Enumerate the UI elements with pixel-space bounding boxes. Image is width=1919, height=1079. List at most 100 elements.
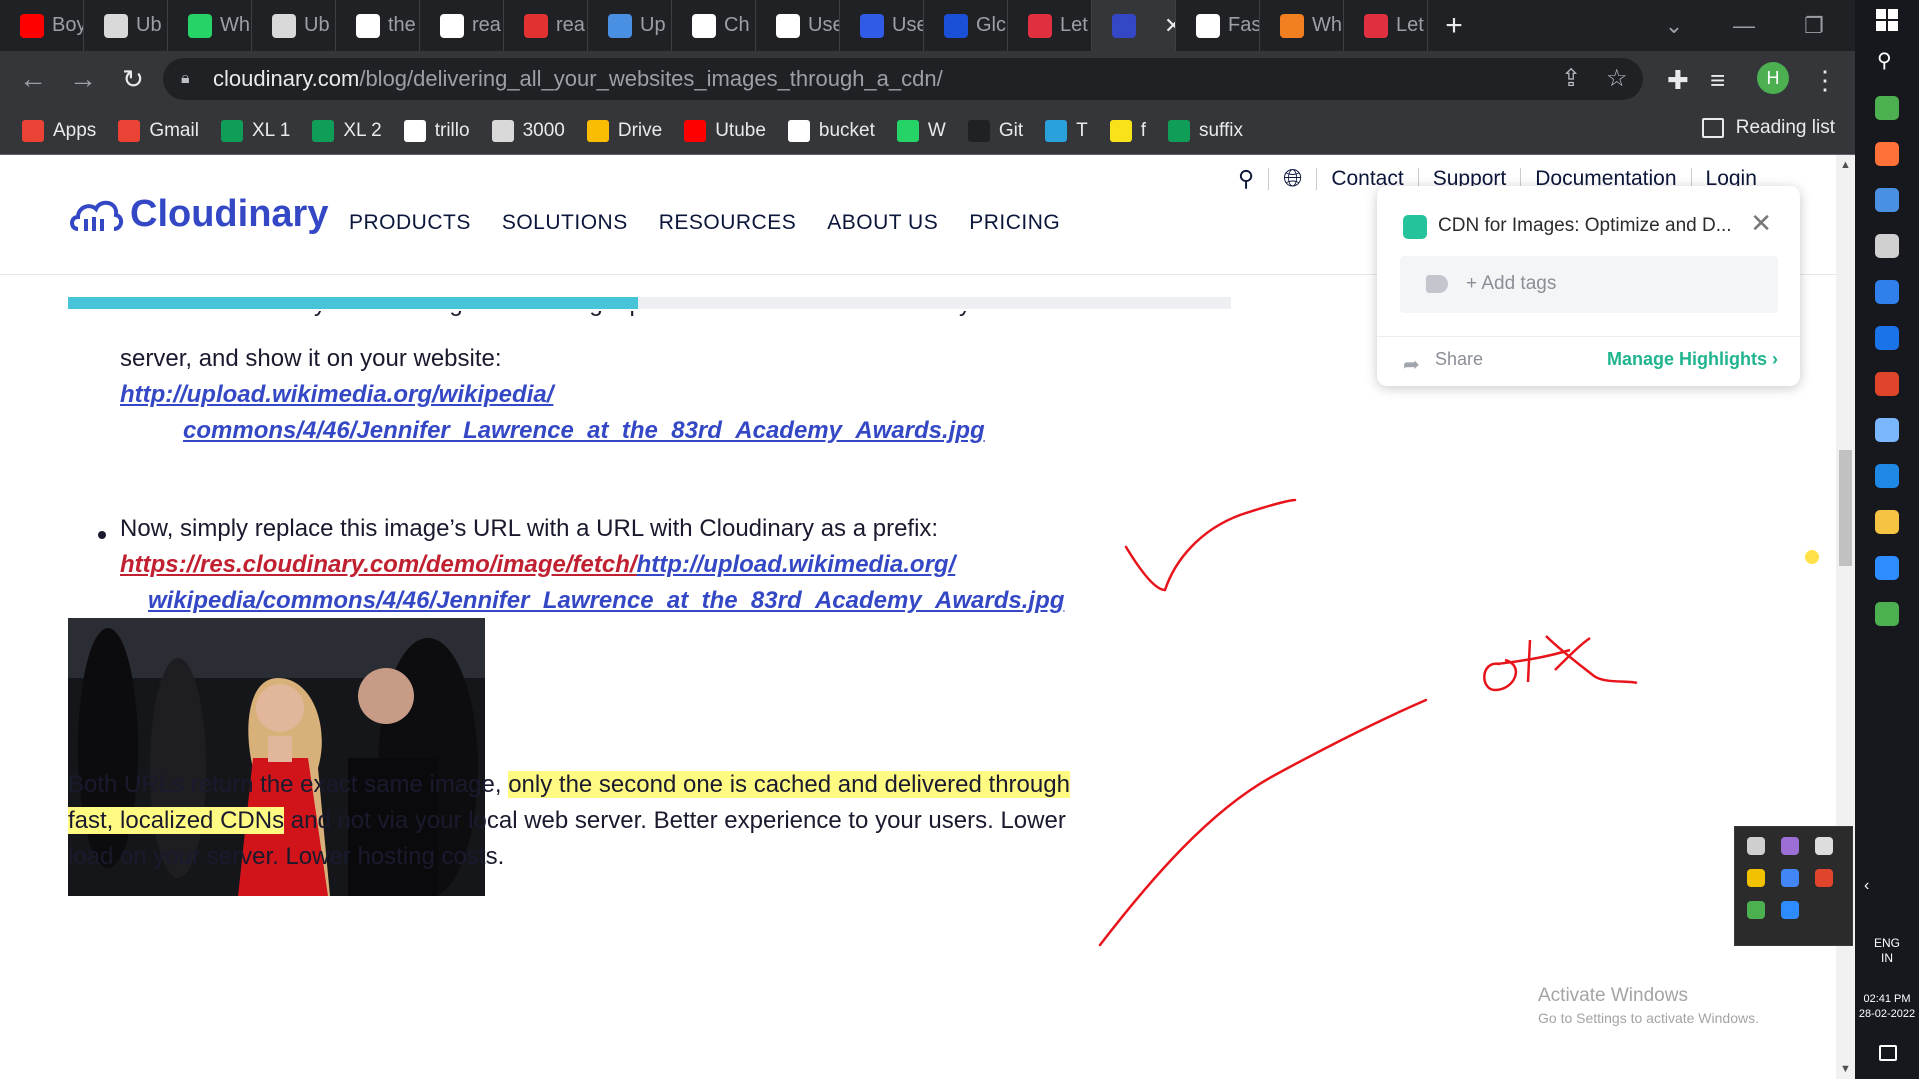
- article-paragraph-line1: Both URLs return the exact same image, o…: [68, 767, 1070, 803]
- globe-icon[interactable]: 🌐︎: [1283, 165, 1302, 193]
- windows-start-icon[interactable]: [1875, 8, 1899, 32]
- browser-tab[interactable]: Let: [1344, 0, 1428, 51]
- nav-about-us[interactable]: ABOUT US: [827, 211, 938, 235]
- nav-resources[interactable]: RESOURCES: [659, 211, 797, 235]
- reload-button[interactable]: ↻: [108, 64, 158, 95]
- browser-tab[interactable]: Boy: [0, 0, 84, 51]
- url-text[interactable]: cloudinary.com/blog/delivering_all_your_…: [213, 66, 943, 92]
- browser-tab[interactable]: Ub: [84, 0, 168, 51]
- reading-list-button[interactable]: Reading list: [1701, 117, 1835, 139]
- highlighted-text[interactable]: only the second one is cached and delive…: [508, 771, 1070, 798]
- cloudinary-fetch-link-line2[interactable]: wikipedia/commons/4/46/Jennifer_Lawrence…: [120, 583, 1064, 619]
- drive-icon[interactable]: [1747, 901, 1765, 919]
- zoom-icon[interactable]: [1781, 901, 1799, 919]
- maps-icon[interactable]: [1875, 326, 1899, 350]
- browser-tab[interactable]: Use: [840, 0, 924, 51]
- pen-icon[interactable]: [1781, 837, 1799, 855]
- bookmark-item[interactable]: f: [1109, 119, 1146, 142]
- chrome-profile-icon[interactable]: [1875, 96, 1899, 120]
- taskbar-clock[interactable]: 02:41 PM 28-02-2022: [1855, 992, 1919, 1022]
- media-controls-icon[interactable]: ≡: [1710, 65, 1725, 96]
- usb-icon[interactable]: [1815, 837, 1833, 855]
- bookmark-item[interactable]: XL 2: [312, 119, 382, 142]
- browser-tab[interactable]: Ub: [252, 0, 336, 51]
- chrome-icon[interactable]: [1781, 869, 1799, 887]
- scroll-down-arrow-icon[interactable]: ▼: [1840, 1063, 1851, 1075]
- share-page-icon[interactable]: ⇪: [1561, 64, 1581, 93]
- back-button[interactable]: ←: [8, 63, 58, 95]
- bookmark-item[interactable]: XL 1: [220, 119, 290, 142]
- language-indicator[interactable]: ENG IN: [1855, 936, 1919, 966]
- safari-icon[interactable]: [1875, 464, 1899, 488]
- browser-tab[interactable]: Fas: [1176, 0, 1260, 51]
- bookmark-item[interactable]: Utube: [684, 119, 766, 142]
- manage-highlights-link[interactable]: Manage Highlights ›: [1607, 349, 1778, 370]
- menu-kebab-icon[interactable]: ⋮: [1812, 65, 1838, 96]
- browser-tab[interactable]: Glc: [924, 0, 1008, 51]
- chevron-left-icon[interactable]: ‹: [1864, 877, 1869, 895]
- wikimedia-suffix-link[interactable]: http://upload.wikimedia.org/: [637, 551, 956, 578]
- share-button[interactable]: Share: [1435, 349, 1483, 370]
- browser-tab[interactable]: Ch: [672, 0, 756, 51]
- file-explorer-icon[interactable]: [1875, 510, 1899, 534]
- extensions-icon[interactable]: ✚: [1667, 65, 1689, 96]
- bookmark-item[interactable]: trillo: [403, 119, 470, 142]
- cloudinary-logo[interactable]: Cloudinary: [68, 193, 328, 236]
- highlighted-text[interactable]: fast, localized CDNs: [68, 807, 285, 834]
- forward-button[interactable]: →: [58, 63, 108, 95]
- share-arrow-icon[interactable]: ➦: [1403, 352, 1420, 377]
- restore-button[interactable]: ❐: [1779, 13, 1849, 39]
- browser-tab[interactable]: ✕: [1092, 0, 1176, 51]
- firefox-icon[interactable]: [1875, 142, 1899, 166]
- bookmark-star-icon[interactable]: ☆: [1606, 64, 1628, 93]
- close-tab-icon[interactable]: ✕: [1164, 13, 1175, 39]
- snipping-icon[interactable]: [1875, 234, 1899, 258]
- browser-tab[interactable]: Use: [756, 0, 840, 51]
- app-icon[interactable]: [1875, 188, 1899, 212]
- browser-tab[interactable]: rea: [420, 0, 504, 51]
- bookmark-item[interactable]: T: [1045, 119, 1088, 142]
- new-tab-button[interactable]: +: [1428, 0, 1480, 51]
- notepad-icon[interactable]: [1875, 418, 1899, 442]
- bookmark-item[interactable]: suffix: [1167, 119, 1243, 142]
- nav-products[interactable]: PRODUCTS: [349, 211, 471, 235]
- search-icon[interactable]: ⚲: [1238, 166, 1254, 192]
- browser-tab[interactable]: Let: [1008, 0, 1092, 51]
- chrome-icon[interactable]: [1875, 602, 1899, 626]
- browser-tab[interactable]: rea: [504, 0, 588, 51]
- highlighter-popup: CDN for Images: Optimize and D... ✕ + Ad…: [1377, 186, 1800, 386]
- profile-avatar[interactable]: H: [1757, 62, 1789, 94]
- browser-tab[interactable]: Up: [588, 0, 672, 51]
- paint-icon[interactable]: [1875, 372, 1899, 396]
- bookmark-item[interactable]: W: [896, 119, 946, 142]
- nav-solutions[interactable]: SOLUTIONS: [502, 211, 628, 235]
- zoom-icon[interactable]: [1875, 556, 1899, 580]
- browser-tab[interactable]: Wh: [168, 0, 252, 51]
- bookmark-item[interactable]: Drive: [586, 119, 662, 142]
- cloudinary-prefix-link[interactable]: https://res.cloudinary.com/demo/image/fe…: [120, 551, 637, 578]
- notifications-icon[interactable]: [1879, 1045, 1897, 1061]
- bookmark-item[interactable]: bucket: [787, 119, 875, 142]
- scroll-up-arrow-icon[interactable]: ▲: [1840, 159, 1851, 171]
- bookmark-item[interactable]: Gmail: [118, 119, 199, 142]
- bookmark-item[interactable]: Git: [967, 119, 1023, 142]
- bookmark-item[interactable]: Apps: [22, 119, 96, 142]
- browser-tab[interactable]: the: [336, 0, 420, 51]
- tab-search-icon[interactable]: ⌄: [1639, 13, 1709, 39]
- nav-pricing[interactable]: PRICING: [969, 211, 1060, 235]
- wikimedia-link-line1[interactable]: http://upload.wikimedia.org/wikipedia/: [120, 377, 553, 413]
- vscode-icon[interactable]: [1875, 280, 1899, 304]
- search-icon[interactable]: ⚲: [1877, 48, 1892, 73]
- tab-label: Glc: [976, 14, 1006, 36]
- add-tags-field[interactable]: + Add tags: [1400, 256, 1778, 313]
- close-icon[interactable]: ✕: [1750, 208, 1772, 239]
- browser-tab[interactable]: Wh: [1260, 0, 1344, 51]
- scrollbar-thumb[interactable]: [1839, 450, 1852, 566]
- bookmark-item[interactable]: 3000: [491, 119, 565, 142]
- minimize-button[interactable]: —: [1709, 13, 1779, 39]
- wikimedia-link-line2[interactable]: commons/4/46/Jennifer_Lawrence_at_the_83…: [120, 413, 985, 449]
- mouse-icon[interactable]: [1747, 837, 1765, 855]
- address-bar[interactable]: 🔒︎ cloudinary.com/blog/delivering_all_yo…: [163, 58, 1643, 100]
- security-icon[interactable]: [1747, 869, 1765, 887]
- brave-icon[interactable]: [1815, 869, 1833, 887]
